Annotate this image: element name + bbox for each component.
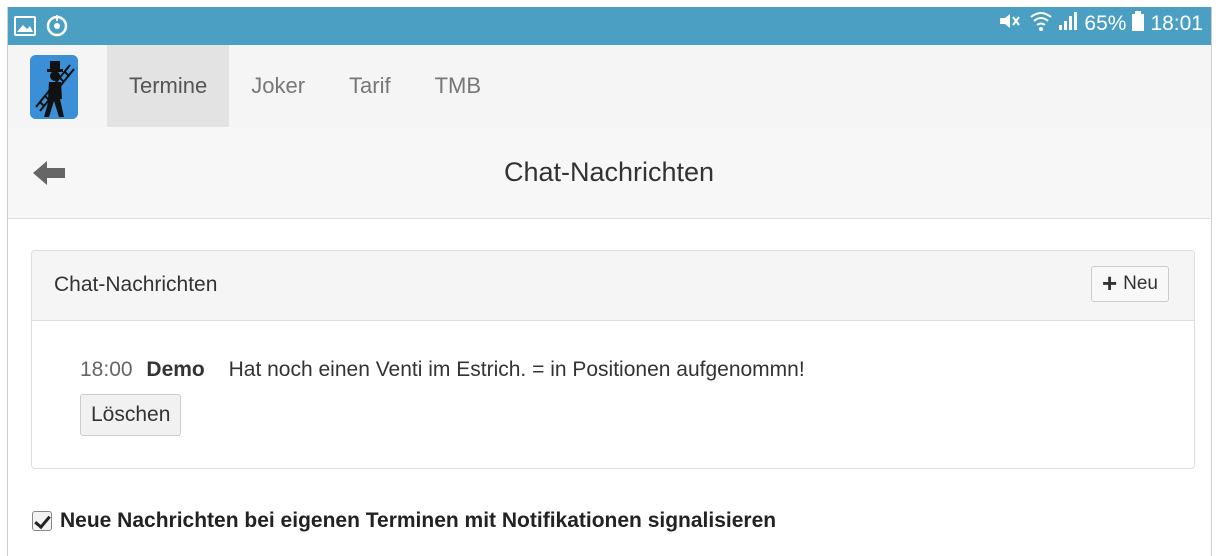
message-author: Demo [146,358,205,381]
battery-icon [1132,11,1145,37]
chimney-sweep-logo-icon[interactable] [30,55,78,119]
chat-panel: Chat-Nachrichten + Neu 18:00 Demo Hat no… [31,250,1195,469]
page-title: Chat-Nachrichten [503,157,715,187]
message-text: Hat noch einen Venti im Estrich. = in Po… [228,358,805,381]
panel-heading: Chat-Nachrichten + Neu [32,251,1194,321]
new-button-label: Neu [1123,273,1158,294]
page-header: Chat-Nachrichten [7,127,1211,219]
clock: 18:01 [1150,12,1203,35]
notify-label[interactable]: Neue Nachrichten bei eigenen Terminen mi… [60,509,776,533]
main-tabs: Termine Joker Tarif TMB [107,45,503,127]
frame-border-left [7,7,8,556]
wifi-icon [1030,11,1053,37]
tab-tarif[interactable]: Tarif [327,45,413,127]
frame-border-right [1211,7,1212,556]
delete-message-button[interactable]: Löschen [80,394,182,436]
notify-checkbox[interactable] [32,511,52,531]
tab-joker[interactable]: Joker [229,45,327,127]
tab-tmb[interactable]: TMB [413,45,503,127]
panel-title: Chat-Nachrichten [54,273,218,296]
tab-termine[interactable]: Termine [107,45,230,127]
signal-icon [1058,11,1078,37]
status-bar: 65% 18:01 [7,7,1211,45]
battery-percent: 65% [1084,12,1127,35]
notify-setting: Neue Nachrichten bei eigenen Terminen mi… [32,509,776,533]
plus-icon: + [1101,268,1118,298]
message-time: 18:00 [80,358,133,381]
sync-icon [45,14,69,38]
gallery-icon [13,14,37,38]
app-screen: 65% 18:01 Termine Joker Tarif TMB Chat-N… [0,0,1221,556]
chat-message: 18:00 Demo Hat noch einen Venti im Estri… [80,358,805,382]
app-navbar: Termine Joker Tarif TMB [7,45,1211,127]
new-message-button[interactable]: + Neu [1090,266,1169,302]
mute-icon [998,11,1024,37]
